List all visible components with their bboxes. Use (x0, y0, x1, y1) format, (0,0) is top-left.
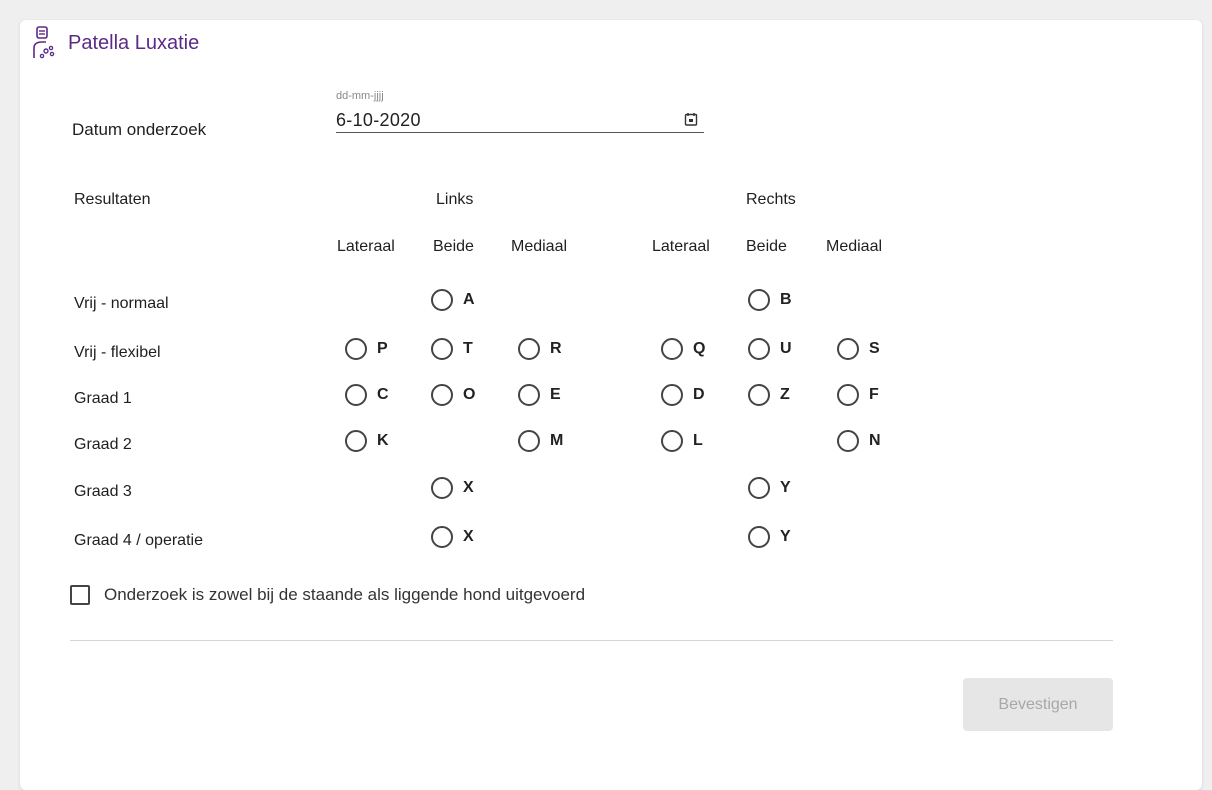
checkbox-label: Onderzoek is zowel bij de staande als li… (104, 585, 586, 604)
left-label: Links (436, 191, 474, 208)
subheader-right-lateraal: Lateraal (652, 238, 710, 255)
radio-option[interactable]: U (748, 338, 792, 360)
date-label: Datum onderzoek (72, 120, 207, 139)
right-label: Rechts (746, 191, 796, 208)
radio-option[interactable]: Y (748, 477, 791, 499)
row-label: Graad 3 (74, 483, 132, 500)
radio-circle[interactable] (431, 526, 453, 548)
radio-circle[interactable] (837, 384, 859, 406)
radio-circle[interactable] (837, 430, 859, 452)
radio-option[interactable]: E (518, 384, 561, 406)
radio-circle[interactable] (345, 430, 367, 452)
radio-circle[interactable] (748, 477, 770, 499)
date-value: 6-10-2020 (336, 110, 421, 130)
radio-letter: O (463, 386, 476, 403)
radio-circle[interactable] (431, 477, 453, 499)
date-input[interactable]: dd-mm-jjjj 6-10-2020 (336, 90, 704, 133)
radio-letter: T (463, 340, 473, 357)
radio-circle[interactable] (518, 338, 540, 360)
radio-circle[interactable] (748, 526, 770, 548)
radio-circle[interactable] (431, 338, 453, 360)
radio-letter: P (377, 340, 388, 357)
radio-letter: Q (693, 340, 706, 357)
radio-circle[interactable] (661, 384, 683, 406)
checkbox-row[interactable]: Onderzoek is zowel bij de staande als li… (70, 585, 585, 605)
radio-letter: D (693, 386, 705, 403)
radio-letter: L (693, 432, 703, 449)
row-label: Vrij - normaal (74, 295, 169, 312)
subheader-left-lateraal: Lateraal (337, 238, 395, 255)
radio-option[interactable]: D (661, 384, 705, 406)
calendar-icon[interactable] (684, 112, 698, 126)
radio-circle[interactable] (518, 430, 540, 452)
radio-letter: E (550, 386, 561, 403)
row-label: Graad 4 / operatie (74, 532, 203, 549)
divider (70, 640, 1113, 641)
radio-option[interactable]: X (431, 526, 474, 548)
radio-circle[interactable] (748, 338, 770, 360)
radio-letter: X (463, 528, 474, 545)
results-label: Resultaten (74, 191, 151, 208)
radio-option[interactable]: Y (748, 526, 791, 548)
radio-option[interactable]: F (837, 384, 879, 406)
radio-circle[interactable] (661, 430, 683, 452)
row-label: Graad 2 (74, 436, 132, 453)
radio-option[interactable]: L (661, 430, 703, 452)
radio-letter: F (869, 386, 879, 403)
radio-letter: C (377, 386, 389, 403)
radio-circle[interactable] (837, 338, 859, 360)
radio-circle[interactable] (748, 289, 770, 311)
radio-option[interactable]: B (748, 289, 792, 311)
both-positions-checkbox[interactable] (70, 585, 90, 605)
radio-letter: R (550, 340, 562, 357)
radio-option[interactable]: P (345, 338, 388, 360)
form-title: Patella Luxatie (68, 31, 200, 54)
radio-circle[interactable] (431, 384, 453, 406)
radio-option[interactable]: R (518, 338, 562, 360)
subheader-right-mediaal: Mediaal (826, 238, 883, 255)
radio-option[interactable]: N (837, 430, 881, 452)
radio-letter: U (780, 340, 792, 357)
radio-circle[interactable] (518, 384, 540, 406)
radio-option[interactable]: O (431, 384, 475, 406)
date-row: Datum onderzoek dd-mm-jjjj 6-10-2020 (72, 90, 732, 140)
radio-option[interactable]: C (345, 384, 389, 406)
row-label: Graad 1 (74, 390, 132, 407)
radio-option[interactable]: X (431, 477, 474, 499)
radio-option[interactable]: M (518, 430, 563, 452)
radio-letter: M (550, 432, 564, 449)
veterinary-person-icon (33, 26, 55, 59)
radio-letter: X (463, 479, 474, 496)
form-header: Patella Luxatie (30, 26, 199, 60)
radio-letter: S (869, 340, 880, 357)
radio-option[interactable]: K (345, 430, 389, 452)
radio-option[interactable]: S (837, 338, 880, 360)
radio-circle[interactable] (345, 384, 367, 406)
radio-option[interactable]: T (431, 338, 473, 360)
radio-letter: A (463, 291, 475, 308)
radio-letter: Y (780, 479, 791, 496)
subheader-right-beide: Beide (746, 238, 787, 255)
confirm-button[interactable]: Bevestigen (963, 678, 1113, 731)
row-label: Vrij - flexibel (74, 344, 161, 361)
radio-circle[interactable] (345, 338, 367, 360)
radio-letter: K (377, 432, 389, 449)
radio-letter: N (869, 432, 881, 449)
radio-option[interactable]: Z (748, 384, 790, 406)
radio-circle[interactable] (748, 384, 770, 406)
subheader-left-mediaal: Mediaal (511, 238, 568, 255)
radio-letter: Y (780, 528, 791, 545)
radio-letter: B (780, 291, 792, 308)
radio-option[interactable]: A (431, 289, 475, 311)
subheader-left-beide: Beide (433, 238, 474, 255)
date-format-hint: dd-mm-jjjj (336, 90, 384, 102)
radio-letter: Z (780, 386, 790, 403)
radio-option[interactable]: Q (661, 338, 705, 360)
radio-circle[interactable] (431, 289, 453, 311)
radio-circle[interactable] (661, 338, 683, 360)
